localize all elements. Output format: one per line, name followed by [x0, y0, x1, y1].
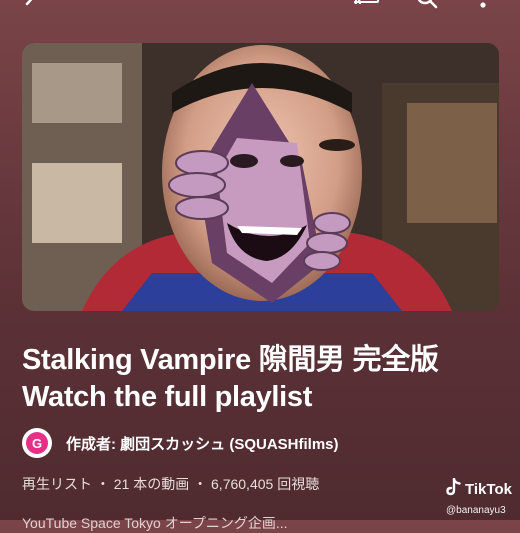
playlist-title: Stalking Vampire 隙間男 完全版 Watch the full … [22, 342, 502, 416]
tiktok-username: @bananayu3 [446, 505, 506, 516]
more-vert-icon[interactable] [478, 0, 488, 21]
playlist-title-line1: Stalking Vampire 隙間男 完全版 [22, 344, 439, 376]
author-label[interactable]: 作成者: 劇団スカッシュ (SQUASHfilms) [66, 433, 339, 454]
cast-icon[interactable] [352, 0, 380, 21]
playlist-description[interactable]: YouTube Space Tokyo オープニング企画... [22, 513, 288, 533]
author-row[interactable]: G 作成者: 劇団スカッシュ (SQUASHfilms) [22, 428, 339, 458]
playlist-title-line2: Watch the full playlist [22, 381, 313, 413]
playlist-meta: 再生リスト ・ 21 本の動画 ・ 6,760,405 回視聴 [22, 476, 320, 492]
top-bar [0, 0, 520, 26]
channel-logo-letter: G [26, 432, 48, 454]
channel-avatar[interactable]: G [22, 428, 52, 458]
tiktok-icon [446, 477, 462, 501]
search-icon[interactable] [414, 0, 440, 21]
playlist-thumbnail[interactable] [22, 43, 499, 311]
back-arrow-icon[interactable] [20, 0, 44, 21]
tiktok-brand: TikTok [465, 481, 512, 498]
tiktok-watermark: TikTok @bananayu3 [446, 477, 520, 516]
